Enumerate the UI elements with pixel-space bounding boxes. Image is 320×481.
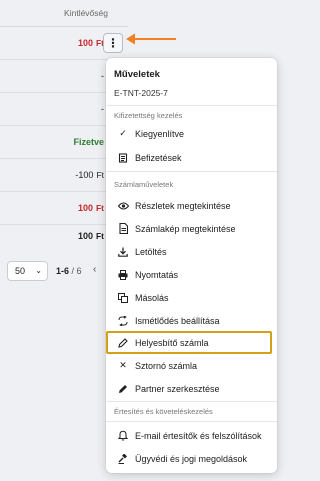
menu-item-legal-solutions[interactable]: Ügyvédi és jogi megoldások bbox=[106, 448, 277, 469]
menu-item-label: Sztornó számla bbox=[135, 360, 198, 371]
file-text-icon bbox=[117, 223, 129, 234]
more-vertical-icon: ⋮ bbox=[107, 36, 119, 50]
amount-value: 100 bbox=[77, 38, 93, 48]
actions-menu: Műveletek E-TNT-2025-7 Kifizetettség kez… bbox=[106, 58, 277, 473]
download-icon bbox=[117, 247, 129, 257]
bell-icon bbox=[117, 430, 129, 441]
divider bbox=[106, 401, 277, 402]
menu-item-payments[interactable]: Befizetések bbox=[106, 147, 277, 168]
divider bbox=[106, 105, 277, 106]
currency-label: Ft bbox=[95, 203, 104, 213]
menu-item-label: Számlakép megtekintése bbox=[135, 223, 236, 234]
menu-item-recurrence[interactable]: Ismétlődés beállítása bbox=[106, 310, 277, 331]
divider bbox=[106, 171, 277, 172]
user-edit-icon bbox=[117, 384, 129, 394]
menu-item-edit-partner[interactable]: Partner szerkesztése bbox=[106, 378, 277, 399]
menu-item-label: Nyomtatás bbox=[135, 269, 179, 280]
menu-item-label: Partner szerkesztése bbox=[135, 383, 220, 394]
section-notifications: Értesítés és követeléskezelés bbox=[114, 407, 213, 416]
menu-item-download[interactable]: Letöltés bbox=[106, 241, 277, 262]
check-icon: ✓ bbox=[119, 128, 127, 138]
menu-item-storno[interactable]: ✕ Sztornó számla bbox=[106, 355, 277, 376]
amount-value: 100 bbox=[77, 231, 93, 241]
menu-item-label: Helyesbítő számla bbox=[135, 337, 209, 348]
amount-value: 100 bbox=[77, 203, 93, 213]
menu-item-copy[interactable]: Másolás bbox=[106, 287, 277, 308]
menu-item-label: Másolás bbox=[135, 292, 169, 303]
menu-title: Műveletek bbox=[114, 69, 160, 80]
repeat-icon bbox=[117, 315, 129, 326]
pencil-icon bbox=[117, 337, 129, 348]
gavel-icon bbox=[117, 453, 129, 464]
menu-item-settled[interactable]: ✓ Kiegyenlítve bbox=[106, 123, 277, 144]
menu-item-label: E-mail értesítők és felszólítások bbox=[135, 430, 262, 441]
currency-label: Ft bbox=[95, 231, 104, 241]
menu-item-label: Befizetések bbox=[135, 152, 182, 163]
page-range-current: 1-6 bbox=[56, 266, 70, 276]
menu-item-label: Ismétlődés beállítása bbox=[135, 315, 220, 326]
per-page-select[interactable]: 50 ⌄ bbox=[7, 261, 48, 281]
page-range: 1-6 / 6 bbox=[56, 266, 82, 276]
per-page-value: 50 bbox=[15, 266, 26, 276]
section-invoice-actions: Számlaműveletek bbox=[114, 180, 174, 189]
status-paid: Fizetve bbox=[73, 137, 104, 147]
menu-item-preview[interactable]: Számlakép megtekintése bbox=[106, 218, 277, 239]
menu-item-label: Ügyvédi és jogi megoldások bbox=[135, 453, 248, 464]
row-actions-button[interactable]: ⋮ bbox=[103, 33, 123, 53]
chevron-down-icon: ⌄ bbox=[35, 266, 42, 275]
column-header-outstanding: Kintlévőség bbox=[0, 0, 128, 27]
copy-icon bbox=[117, 292, 129, 303]
amount-value: - bbox=[101, 71, 104, 81]
menu-item-label: Kiegyenlítve bbox=[135, 128, 185, 139]
chevron-left-icon: ‹ bbox=[93, 264, 97, 275]
page-range-total: / 6 bbox=[71, 266, 82, 276]
arrow-left-icon bbox=[126, 33, 176, 45]
currency-label: Ft bbox=[96, 170, 104, 180]
section-debt-management: Kifizetettség kezelés bbox=[114, 111, 183, 120]
menu-item-details[interactable]: Részletek megtekintése bbox=[106, 195, 277, 216]
menu-item-label: Letöltés bbox=[135, 246, 167, 257]
menu-item-print[interactable]: Nyomtatás bbox=[106, 264, 277, 285]
x-icon: ✕ bbox=[119, 360, 127, 370]
prev-page-button[interactable]: ‹ bbox=[93, 264, 96, 275]
menu-item-label: Részletek megtekintése bbox=[135, 200, 231, 211]
amount-value: -100 bbox=[75, 170, 94, 180]
divider bbox=[106, 421, 277, 422]
menu-invoice-number: E-TNT-2025-7 bbox=[114, 88, 168, 98]
menu-item-email-notifications[interactable]: E-mail értesítők és felszólítások bbox=[106, 425, 277, 446]
printer-icon bbox=[117, 269, 129, 280]
eye-icon bbox=[117, 201, 129, 210]
amount-value: - bbox=[101, 104, 104, 114]
menu-item-correcting-invoice[interactable]: Helyesbítő számla bbox=[106, 332, 277, 353]
receipt-icon bbox=[117, 152, 129, 163]
